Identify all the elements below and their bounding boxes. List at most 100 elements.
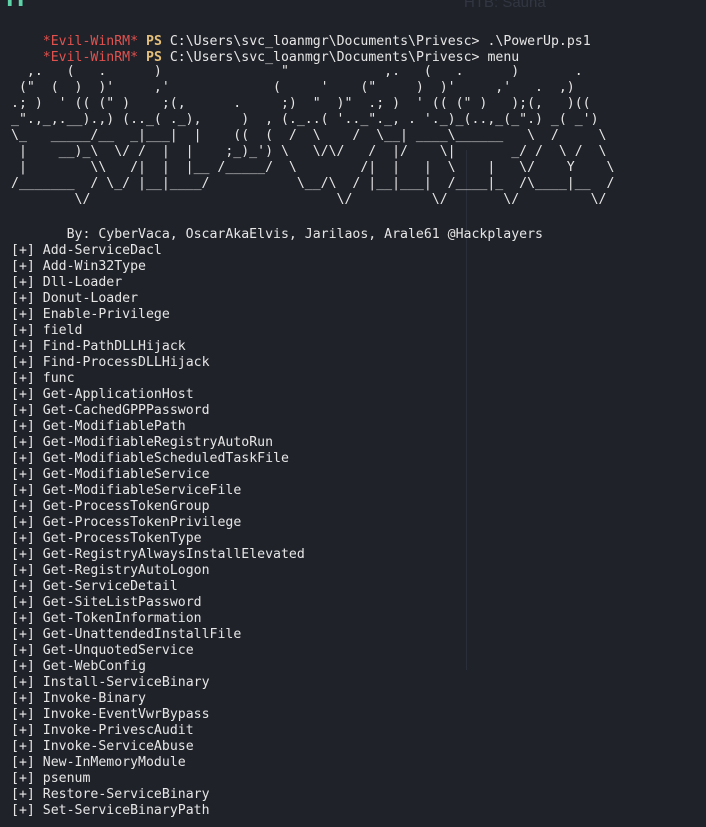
menu-item: [+] Donut-Loader [11,291,138,307]
menu-item-label: Invoke-EventVwrBypass [42,707,210,722]
menu-item-prefix: [+] [11,419,35,434]
menu-item-label: Install-ServiceBinary [42,675,210,690]
menu-item-prefix: [+] [11,611,35,626]
menu-item-prefix: [+] [11,307,35,322]
command-text: menu [487,50,520,65]
menu-item: [+] Invoke-EventVwrBypass [11,707,210,723]
menu-item-label: Find-PathDLLHijack [42,339,186,354]
menu-item-prefix: [+] [11,515,35,530]
menu-item: [+] Get-ModifiablePath [11,419,186,435]
menu-item: [+] Get-ServiceDetail [11,579,178,595]
menu-item: [+] Dll-Loader [11,275,122,291]
ps-tag: PS [146,50,162,65]
menu-item-label: Get-UnattendedInstallFile [42,627,242,642]
menu-item: [+] psenum [11,771,90,787]
menu-item-prefix: [+] [11,467,35,482]
menu-item: [+] func [11,371,75,387]
menu-item-prefix: [+] [11,739,35,754]
menu-item-label: Invoke-PrivescAudit [42,723,194,738]
menu-item-label: Find-ProcessDLLHijack [42,355,210,370]
menu-item: [+] Get-ModifiableServiceFile [11,483,241,499]
menu-item-prefix: [+] [11,707,35,722]
menu-item-label: Get-ProcessTokenGroup [42,499,210,514]
menu-item-label: Get-TokenInformation [42,611,202,626]
menu-item-prefix: [+] [11,499,35,514]
menu-item-label: Get-ModifiablePath [42,419,186,434]
menu-item-label: Add-ServiceDacl [42,243,162,258]
menu-item-label: Invoke-ServiceAbuse [42,739,194,754]
menu-item: [+] Get-UnquotedService [11,643,194,659]
menu-item-label: Get-ProcessTokenType [42,531,202,546]
menu-item-label: Get-ModifiableServiceFile [42,483,242,498]
menu-item-label: Donut-Loader [42,291,139,306]
menu-item-label: Get-ApplicationHost [42,387,194,402]
menu-item-label: func [42,371,75,386]
menu-item-label: New-InMemoryModule [42,755,186,770]
menu-item-prefix: [+] [11,291,35,306]
menu-item: [+] Get-ModifiableRegistryAutoRun [11,435,273,451]
menu-item-prefix: [+] [11,659,35,674]
menu-item-label: field [42,323,83,338]
menu-item-label: psenum [42,771,91,786]
menu-item-prefix: [+] [11,675,35,690]
menu-item-prefix: [+] [11,723,35,738]
menu-item-prefix: [+] [11,547,35,562]
menu-item: [+] New-InMemoryModule [11,755,186,771]
menu-item: [+] Get-ModifiableService [11,467,210,483]
prompt-line: *Evil-WinRM* PS C:\Users\svc_loanmgr\Doc… [11,34,519,65]
menu-item: [+] Invoke-PrivescAudit [11,723,194,739]
menu-item-prefix: [+] [11,323,35,338]
prompt-line: *Evil-WinRM* PS C:\Users\svc_loanmgr\Doc… [11,18,591,49]
menu-item: [+] Get-TokenInformation [11,611,202,627]
menu-item-prefix: [+] [11,787,35,802]
menu-item: [+] Add-ServiceDacl [11,243,162,259]
menu-item: [+] Get-RegistryAlwaysInstallElevated [11,547,305,563]
menu-item-prefix: [+] [11,275,35,290]
menu-item-prefix: [+] [11,435,35,450]
menu-item: [+] Get-SiteListPassword [11,595,202,611]
menu-item-prefix: [+] [11,803,35,818]
menu-item-prefix: [+] [11,339,35,354]
menu-item-label: Set-ServiceBinaryPath [42,803,210,818]
menu-item-label: Get-ModifiableService [42,467,210,482]
menu-item-label: Restore-ServiceBinary [42,787,210,802]
menu-item-prefix: [+] [11,371,35,386]
evil-winrm-ascii-banner: ,. ( . ) " ,. ( . ) . (" ( ) )' ,' ( ' (… [11,64,615,207]
menu-item: [+] Restore-ServiceBinary [11,787,210,803]
menu-item: [+] Get-UnattendedInstallFile [11,627,241,643]
menu-item-prefix: [+] [11,643,35,658]
menu-item-label: Get-UnquotedService [42,643,194,658]
menu-item-label: Dll-Loader [42,275,123,290]
menu-item-prefix: [+] [11,243,35,258]
credits-line: By: CyberVaca, OscarAkaElvis, Jarilaos, … [11,227,543,242]
menu-item: [+] Get-ApplicationHost [11,387,194,403]
menu-item-label: Get-WebConfig [42,659,146,674]
menu-item: [+] Get-ProcessTokenType [11,531,202,547]
menu-item-prefix: [+] [11,691,35,706]
menu-item-label: Get-RegistryAlwaysInstallElevated [42,547,305,562]
menu-item-prefix: [+] [11,403,35,418]
menu-item-prefix: [+] [11,259,35,274]
menu-item-prefix: [+] [11,387,35,402]
menu-item-label: Get-ProcessTokenPrivilege [42,515,242,530]
terminal-window[interactable]: HTB: Sauna ▖▗ *Evil-WinRM* PS C:\Users\s… [0,0,706,827]
menu-item-label: Get-CachedGPPPassword [42,403,210,418]
menu-item-prefix: [+] [11,483,35,498]
menu-item: [+] Get-WebConfig [11,659,146,675]
menu-item-label: Invoke-Binary [42,691,146,706]
evil-winrm-tag: *Evil-WinRM* [42,50,139,65]
menu-item-label: Add-Win32Type [42,259,146,274]
menu-item: [+] Install-ServiceBinary [11,675,210,691]
menu-item-label: Enable-Privilege [42,307,170,322]
prompt-path: C:\Users\svc_loanmgr\Documents\Privesc> [169,50,480,65]
menu-item-label: Get-ModifiableRegistryAutoRun [42,435,274,450]
menu-item-prefix: [+] [11,755,35,770]
menu-item-prefix: [+] [11,355,35,370]
menu-item: [+] Get-ProcessTokenGroup [11,499,210,515]
menu-item-label: Get-ServiceDetail [42,579,178,594]
menu-item-prefix: [+] [11,579,35,594]
menu-item: [+] Invoke-Binary [11,691,146,707]
menu-item: [+] Get-ProcessTokenPrivilege [11,515,241,531]
menu-item-label: Get-SiteListPassword [42,595,202,610]
menu-item: [+] Enable-Privilege [11,307,170,323]
